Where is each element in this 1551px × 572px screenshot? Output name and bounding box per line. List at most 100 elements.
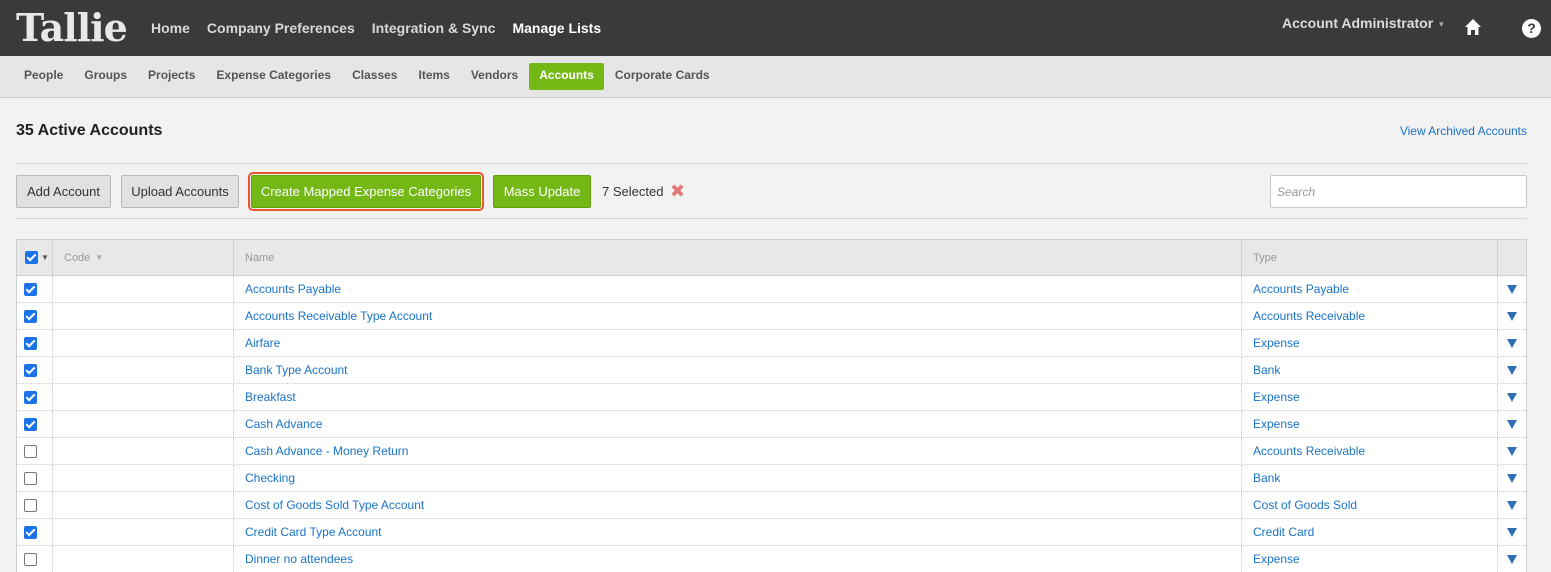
table-row[interactable]: Cash Advance Expense: [17, 411, 1526, 438]
row-select-cell: [17, 519, 53, 545]
account-name-link[interactable]: Cost of Goods Sold Type Account: [234, 492, 1242, 518]
add-account-button[interactable]: Add Account: [16, 175, 111, 208]
home-icon[interactable]: [1464, 18, 1482, 36]
tallie-logo[interactable]: Tallie: [16, 6, 128, 50]
table-row[interactable]: Accounts Payable Accounts Payable: [17, 276, 1526, 303]
subnav-projects[interactable]: Projects: [138, 63, 205, 90]
account-type-link[interactable]: Expense: [1242, 384, 1498, 410]
row-checkbox[interactable]: [24, 363, 37, 377]
row-actions-cell: [1498, 276, 1526, 302]
sub-nav: People Groups Projects Expense Categorie…: [14, 63, 721, 90]
account-type-link[interactable]: Bank: [1242, 357, 1498, 383]
code-cell: [53, 276, 234, 302]
divider: [16, 163, 1527, 164]
row-select-cell: [17, 465, 53, 491]
subnav-vendors[interactable]: Vendors: [461, 63, 528, 90]
row-checkbox[interactable]: [24, 336, 37, 350]
view-archived-accounts-link[interactable]: View Archived Accounts: [1400, 124, 1527, 138]
row-checkbox[interactable]: [24, 309, 37, 323]
account-name-link[interactable]: Checking: [234, 465, 1242, 491]
table-row[interactable]: Airfare Expense: [17, 330, 1526, 357]
code-cell: [53, 357, 234, 383]
subnav-corporate-cards[interactable]: Corporate Cards: [605, 63, 720, 90]
account-name-link[interactable]: Breakfast: [234, 384, 1242, 410]
table-row[interactable]: Bank Type Account Bank: [17, 357, 1526, 384]
sort-icon: ▼: [95, 253, 104, 262]
row-actions-cell: [1498, 330, 1526, 356]
table-row[interactable]: Cost of Goods Sold Type Account Cost of G…: [17, 492, 1526, 519]
account-type-link[interactable]: Expense: [1242, 546, 1498, 572]
account-type-link[interactable]: Accounts Payable: [1242, 276, 1498, 302]
account-type-link[interactable]: Bank: [1242, 465, 1498, 491]
subnav-groups[interactable]: Groups: [74, 63, 137, 90]
row-checkbox[interactable]: [24, 444, 37, 458]
table-row[interactable]: Cash Advance - Money Return Accounts Rece…: [17, 438, 1526, 465]
mass-update-button[interactable]: Mass Update: [493, 175, 591, 208]
chevron-down-icon[interactable]: ▼: [41, 253, 49, 262]
column-header-actions: [1498, 240, 1526, 275]
row-actions-cell: [1498, 303, 1526, 329]
row-menu-icon[interactable]: [1507, 311, 1517, 321]
account-name-link[interactable]: Airfare: [234, 330, 1242, 356]
account-name-link[interactable]: Dinner no attendees: [234, 546, 1242, 572]
clear-selection-icon[interactable]: ✖: [670, 181, 685, 201]
table-row[interactable]: Accounts Receivable Type Account Accounts…: [17, 303, 1526, 330]
subnav-people[interactable]: People: [14, 63, 73, 90]
row-checkbox[interactable]: [24, 417, 37, 431]
row-checkbox[interactable]: [24, 552, 37, 566]
topnav-manage-lists[interactable]: Manage Lists: [512, 20, 601, 36]
row-menu-icon[interactable]: [1507, 419, 1517, 429]
top-bar: Tallie Home Company Preferences Integrat…: [0, 0, 1551, 56]
account-name-link[interactable]: Accounts Receivable Type Account: [234, 303, 1242, 329]
help-icon[interactable]: ?: [1522, 19, 1541, 38]
subnav-expense-categories[interactable]: Expense Categories: [206, 63, 341, 90]
code-cell: [53, 519, 234, 545]
row-menu-icon[interactable]: [1507, 554, 1517, 564]
table-row[interactable]: Dinner no attendees Expense: [17, 546, 1526, 572]
account-name-link[interactable]: Credit Card Type Account: [234, 519, 1242, 545]
account-name-link[interactable]: Accounts Payable: [234, 276, 1242, 302]
account-type-link[interactable]: Accounts Receivable: [1242, 303, 1498, 329]
row-menu-icon[interactable]: [1507, 365, 1517, 375]
row-checkbox[interactable]: [24, 282, 37, 296]
table-row[interactable]: Breakfast Expense: [17, 384, 1526, 411]
row-menu-icon[interactable]: [1507, 500, 1517, 510]
topnav-integration-sync[interactable]: Integration & Sync: [372, 20, 496, 36]
account-type-link[interactable]: Credit Card: [1242, 519, 1498, 545]
account-name-link[interactable]: Cash Advance - Money Return: [234, 438, 1242, 464]
row-checkbox[interactable]: [24, 390, 37, 404]
row-menu-icon[interactable]: [1507, 392, 1517, 402]
row-menu-icon[interactable]: [1507, 446, 1517, 456]
subnav-items[interactable]: Items: [408, 63, 459, 90]
subnav-classes[interactable]: Classes: [342, 63, 407, 90]
upload-accounts-button[interactable]: Upload Accounts: [121, 175, 239, 208]
account-type-link[interactable]: Expense: [1242, 411, 1498, 437]
chevron-down-icon: ▾: [1439, 19, 1444, 29]
row-checkbox[interactable]: [24, 471, 37, 485]
column-header-type[interactable]: Type: [1242, 240, 1498, 275]
row-menu-icon[interactable]: [1507, 338, 1517, 348]
row-actions-cell: [1498, 519, 1526, 545]
account-name-link[interactable]: Bank Type Account: [234, 357, 1242, 383]
subnav-accounts[interactable]: Accounts: [529, 63, 604, 90]
account-type-link[interactable]: Cost of Goods Sold: [1242, 492, 1498, 518]
table-row[interactable]: Credit Card Type Account Credit Card: [17, 519, 1526, 546]
row-checkbox[interactable]: [24, 498, 37, 512]
column-header-code[interactable]: Code ▼: [53, 240, 234, 275]
account-menu[interactable]: Account Administrator ▾: [1282, 15, 1444, 31]
row-select-cell: [17, 303, 53, 329]
topnav-company-preferences[interactable]: Company Preferences: [207, 20, 355, 36]
row-menu-icon[interactable]: [1507, 284, 1517, 294]
search-input[interactable]: [1270, 175, 1527, 208]
column-header-name[interactable]: Name: [234, 240, 1242, 275]
select-all-checkbox[interactable]: [25, 251, 38, 264]
row-menu-icon[interactable]: [1507, 473, 1517, 483]
topnav-home[interactable]: Home: [151, 20, 190, 36]
account-type-link[interactable]: Accounts Receivable: [1242, 438, 1498, 464]
row-checkbox[interactable]: [24, 525, 37, 539]
create-mapped-expense-categories-button[interactable]: Create Mapped Expense Categories: [248, 172, 484, 211]
account-type-link[interactable]: Expense: [1242, 330, 1498, 356]
table-row[interactable]: Checking Bank: [17, 465, 1526, 492]
row-menu-icon[interactable]: [1507, 527, 1517, 537]
account-name-link[interactable]: Cash Advance: [234, 411, 1242, 437]
